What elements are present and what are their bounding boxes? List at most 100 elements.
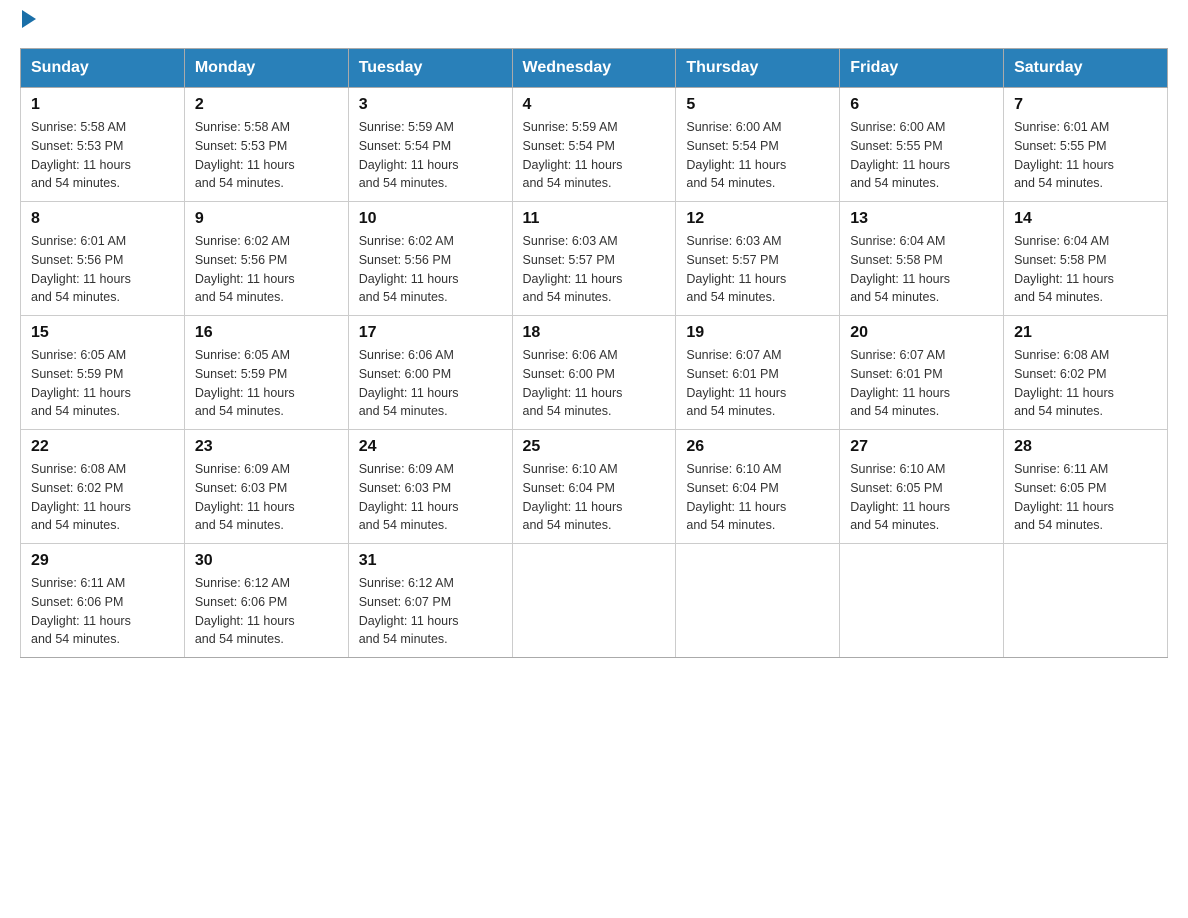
calendar-cell bbox=[840, 544, 1004, 658]
day-number: 13 bbox=[850, 210, 993, 228]
page-header bbox=[20, 20, 1168, 28]
day-number: 26 bbox=[686, 438, 829, 456]
day-number: 5 bbox=[686, 96, 829, 114]
calendar-header-thursday: Thursday bbox=[676, 49, 840, 88]
calendar-cell: 11 Sunrise: 6:03 AM Sunset: 5:57 PM Dayl… bbox=[512, 202, 676, 316]
calendar-cell: 13 Sunrise: 6:04 AM Sunset: 5:58 PM Dayl… bbox=[840, 202, 1004, 316]
day-info: Sunrise: 6:04 AM Sunset: 5:58 PM Dayligh… bbox=[1014, 232, 1157, 307]
day-number: 11 bbox=[523, 210, 666, 228]
day-info: Sunrise: 6:12 AM Sunset: 6:06 PM Dayligh… bbox=[195, 574, 338, 649]
calendar-week-row: 15 Sunrise: 6:05 AM Sunset: 5:59 PM Dayl… bbox=[21, 316, 1168, 430]
day-info: Sunrise: 5:59 AM Sunset: 5:54 PM Dayligh… bbox=[359, 118, 502, 193]
day-info: Sunrise: 6:09 AM Sunset: 6:03 PM Dayligh… bbox=[359, 460, 502, 535]
calendar-cell: 12 Sunrise: 6:03 AM Sunset: 5:57 PM Dayl… bbox=[676, 202, 840, 316]
calendar-cell: 16 Sunrise: 6:05 AM Sunset: 5:59 PM Dayl… bbox=[184, 316, 348, 430]
calendar-cell bbox=[1004, 544, 1168, 658]
day-number: 6 bbox=[850, 96, 993, 114]
calendar-cell: 7 Sunrise: 6:01 AM Sunset: 5:55 PM Dayli… bbox=[1004, 88, 1168, 202]
day-number: 24 bbox=[359, 438, 502, 456]
calendar-cell: 27 Sunrise: 6:10 AM Sunset: 6:05 PM Dayl… bbox=[840, 430, 1004, 544]
day-number: 15 bbox=[31, 324, 174, 342]
day-info: Sunrise: 6:06 AM Sunset: 6:00 PM Dayligh… bbox=[359, 346, 502, 421]
day-number: 19 bbox=[686, 324, 829, 342]
day-number: 30 bbox=[195, 552, 338, 570]
day-number: 21 bbox=[1014, 324, 1157, 342]
day-info: Sunrise: 6:10 AM Sunset: 6:05 PM Dayligh… bbox=[850, 460, 993, 535]
calendar-cell: 24 Sunrise: 6:09 AM Sunset: 6:03 PM Dayl… bbox=[348, 430, 512, 544]
day-info: Sunrise: 6:03 AM Sunset: 5:57 PM Dayligh… bbox=[523, 232, 666, 307]
calendar-header-row: SundayMondayTuesdayWednesdayThursdayFrid… bbox=[21, 49, 1168, 88]
day-number: 9 bbox=[195, 210, 338, 228]
day-number: 20 bbox=[850, 324, 993, 342]
calendar-header-friday: Friday bbox=[840, 49, 1004, 88]
day-info: Sunrise: 6:11 AM Sunset: 6:05 PM Dayligh… bbox=[1014, 460, 1157, 535]
day-info: Sunrise: 6:10 AM Sunset: 6:04 PM Dayligh… bbox=[523, 460, 666, 535]
day-info: Sunrise: 6:12 AM Sunset: 6:07 PM Dayligh… bbox=[359, 574, 502, 649]
calendar-cell: 28 Sunrise: 6:11 AM Sunset: 6:05 PM Dayl… bbox=[1004, 430, 1168, 544]
day-info: Sunrise: 6:02 AM Sunset: 5:56 PM Dayligh… bbox=[359, 232, 502, 307]
day-info: Sunrise: 6:07 AM Sunset: 6:01 PM Dayligh… bbox=[686, 346, 829, 421]
day-info: Sunrise: 6:02 AM Sunset: 5:56 PM Dayligh… bbox=[195, 232, 338, 307]
calendar-cell: 2 Sunrise: 5:58 AM Sunset: 5:53 PM Dayli… bbox=[184, 88, 348, 202]
calendar-cell: 14 Sunrise: 6:04 AM Sunset: 5:58 PM Dayl… bbox=[1004, 202, 1168, 316]
calendar-cell: 8 Sunrise: 6:01 AM Sunset: 5:56 PM Dayli… bbox=[21, 202, 185, 316]
calendar-cell: 17 Sunrise: 6:06 AM Sunset: 6:00 PM Dayl… bbox=[348, 316, 512, 430]
calendar-cell: 9 Sunrise: 6:02 AM Sunset: 5:56 PM Dayli… bbox=[184, 202, 348, 316]
day-info: Sunrise: 6:03 AM Sunset: 5:57 PM Dayligh… bbox=[686, 232, 829, 307]
day-info: Sunrise: 6:05 AM Sunset: 5:59 PM Dayligh… bbox=[31, 346, 174, 421]
calendar-cell: 4 Sunrise: 5:59 AM Sunset: 5:54 PM Dayli… bbox=[512, 88, 676, 202]
calendar-header-saturday: Saturday bbox=[1004, 49, 1168, 88]
day-info: Sunrise: 5:58 AM Sunset: 5:53 PM Dayligh… bbox=[31, 118, 174, 193]
day-info: Sunrise: 6:11 AM Sunset: 6:06 PM Dayligh… bbox=[31, 574, 174, 649]
calendar-cell: 23 Sunrise: 6:09 AM Sunset: 6:03 PM Dayl… bbox=[184, 430, 348, 544]
day-info: Sunrise: 6:01 AM Sunset: 5:55 PM Dayligh… bbox=[1014, 118, 1157, 193]
calendar-cell: 22 Sunrise: 6:08 AM Sunset: 6:02 PM Dayl… bbox=[21, 430, 185, 544]
calendar-cell: 31 Sunrise: 6:12 AM Sunset: 6:07 PM Dayl… bbox=[348, 544, 512, 658]
calendar-cell: 15 Sunrise: 6:05 AM Sunset: 5:59 PM Dayl… bbox=[21, 316, 185, 430]
day-number: 23 bbox=[195, 438, 338, 456]
calendar-cell: 5 Sunrise: 6:00 AM Sunset: 5:54 PM Dayli… bbox=[676, 88, 840, 202]
day-info: Sunrise: 6:00 AM Sunset: 5:55 PM Dayligh… bbox=[850, 118, 993, 193]
calendar-header-wednesday: Wednesday bbox=[512, 49, 676, 88]
day-info: Sunrise: 6:01 AM Sunset: 5:56 PM Dayligh… bbox=[31, 232, 174, 307]
calendar-cell: 21 Sunrise: 6:08 AM Sunset: 6:02 PM Dayl… bbox=[1004, 316, 1168, 430]
day-info: Sunrise: 6:07 AM Sunset: 6:01 PM Dayligh… bbox=[850, 346, 993, 421]
day-number: 10 bbox=[359, 210, 502, 228]
calendar-cell: 3 Sunrise: 5:59 AM Sunset: 5:54 PM Dayli… bbox=[348, 88, 512, 202]
day-number: 4 bbox=[523, 96, 666, 114]
day-info: Sunrise: 6:08 AM Sunset: 6:02 PM Dayligh… bbox=[31, 460, 174, 535]
day-info: Sunrise: 6:04 AM Sunset: 5:58 PM Dayligh… bbox=[850, 232, 993, 307]
day-number: 27 bbox=[850, 438, 993, 456]
day-number: 1 bbox=[31, 96, 174, 114]
calendar-cell: 19 Sunrise: 6:07 AM Sunset: 6:01 PM Dayl… bbox=[676, 316, 840, 430]
day-number: 25 bbox=[523, 438, 666, 456]
day-number: 18 bbox=[523, 324, 666, 342]
day-number: 14 bbox=[1014, 210, 1157, 228]
calendar-cell: 6 Sunrise: 6:00 AM Sunset: 5:55 PM Dayli… bbox=[840, 88, 1004, 202]
day-number: 29 bbox=[31, 552, 174, 570]
day-number: 8 bbox=[31, 210, 174, 228]
day-number: 31 bbox=[359, 552, 502, 570]
day-number: 2 bbox=[195, 96, 338, 114]
calendar-week-row: 22 Sunrise: 6:08 AM Sunset: 6:02 PM Dayl… bbox=[21, 430, 1168, 544]
day-number: 7 bbox=[1014, 96, 1157, 114]
day-number: 22 bbox=[31, 438, 174, 456]
calendar-cell: 10 Sunrise: 6:02 AM Sunset: 5:56 PM Dayl… bbox=[348, 202, 512, 316]
calendar-cell: 1 Sunrise: 5:58 AM Sunset: 5:53 PM Dayli… bbox=[21, 88, 185, 202]
day-info: Sunrise: 6:00 AM Sunset: 5:54 PM Dayligh… bbox=[686, 118, 829, 193]
day-info: Sunrise: 5:58 AM Sunset: 5:53 PM Dayligh… bbox=[195, 118, 338, 193]
day-info: Sunrise: 6:06 AM Sunset: 6:00 PM Dayligh… bbox=[523, 346, 666, 421]
calendar-header-tuesday: Tuesday bbox=[348, 49, 512, 88]
logo-arrow-icon bbox=[22, 10, 36, 28]
calendar-cell bbox=[676, 544, 840, 658]
calendar-cell: 29 Sunrise: 6:11 AM Sunset: 6:06 PM Dayl… bbox=[21, 544, 185, 658]
day-number: 3 bbox=[359, 96, 502, 114]
day-info: Sunrise: 6:10 AM Sunset: 6:04 PM Dayligh… bbox=[686, 460, 829, 535]
day-info: Sunrise: 5:59 AM Sunset: 5:54 PM Dayligh… bbox=[523, 118, 666, 193]
calendar-cell bbox=[512, 544, 676, 658]
calendar-cell: 25 Sunrise: 6:10 AM Sunset: 6:04 PM Dayl… bbox=[512, 430, 676, 544]
day-number: 28 bbox=[1014, 438, 1157, 456]
calendar-cell: 30 Sunrise: 6:12 AM Sunset: 6:06 PM Dayl… bbox=[184, 544, 348, 658]
calendar-header-monday: Monday bbox=[184, 49, 348, 88]
day-number: 12 bbox=[686, 210, 829, 228]
